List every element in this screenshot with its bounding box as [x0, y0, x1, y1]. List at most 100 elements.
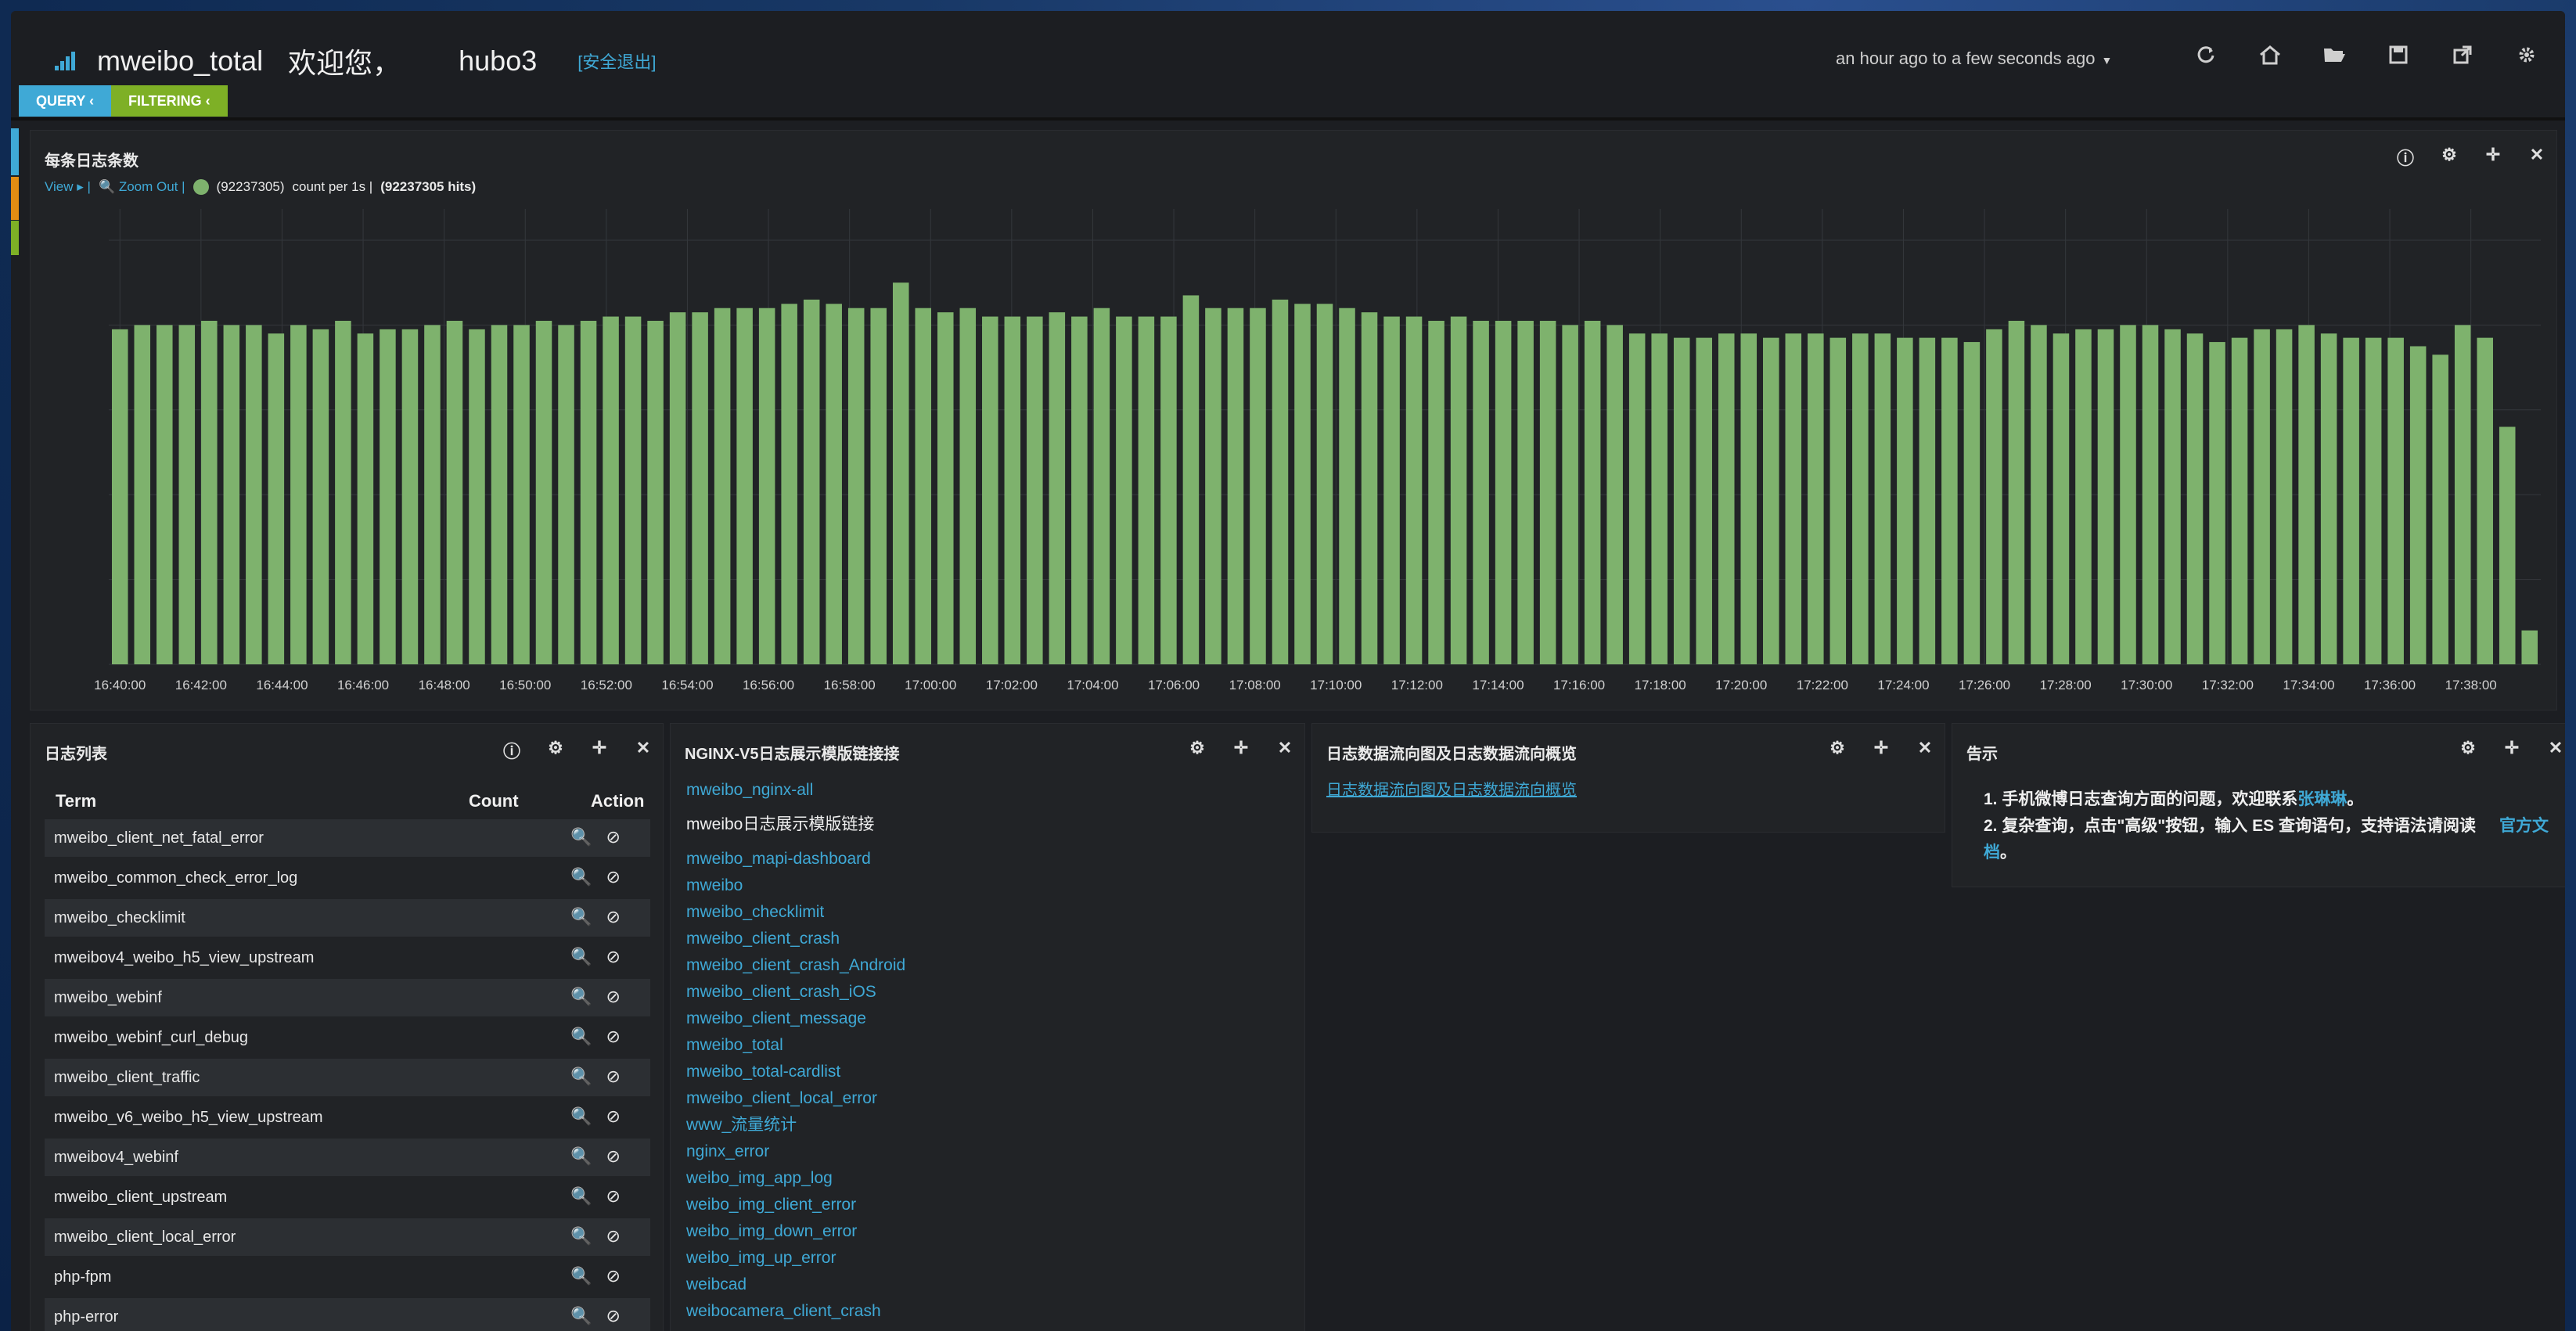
- refresh-icon[interactable]: [2194, 42, 2218, 67]
- histogram-bar[interactable]: [892, 282, 909, 664]
- histogram-bar[interactable]: [1606, 325, 1623, 664]
- histogram-bar[interactable]: [2454, 325, 2471, 664]
- histogram-bar[interactable]: [312, 329, 329, 664]
- histogram-bar[interactable]: [1361, 312, 1378, 664]
- filter-actions[interactable]: 🔍 ⊘: [570, 827, 625, 847]
- query-pill[interactable]: QUERY ‹: [19, 85, 112, 117]
- histogram-bar[interactable]: [401, 329, 419, 664]
- histogram-bar[interactable]: [268, 333, 285, 664]
- histogram-bar[interactable]: [2142, 325, 2159, 664]
- histogram-bar[interactable]: [758, 308, 775, 664]
- histogram-bar[interactable]: [558, 325, 574, 664]
- dashboard-link[interactable]: weibcad: [686, 1272, 905, 1298]
- histogram-bar[interactable]: [2477, 337, 2493, 664]
- histogram-bar[interactable]: [2164, 329, 2181, 664]
- dashboard-link[interactable]: mweibo_client_crash_iOS: [686, 979, 905, 1005]
- histogram-bar[interactable]: [1986, 329, 2002, 664]
- share-icon[interactable]: [2451, 42, 2474, 67]
- dashboard-link[interactable]: mweibo_mapi-dashboard: [686, 846, 905, 872]
- histogram-bar[interactable]: [2276, 329, 2293, 664]
- histogram-bar[interactable]: [1205, 308, 1221, 664]
- filter-actions[interactable]: 🔍 ⊘: [570, 1186, 625, 1207]
- histogram-bar[interactable]: [178, 325, 196, 664]
- histogram-bar[interactable]: [826, 304, 842, 664]
- histogram-bar[interactable]: [915, 308, 932, 664]
- histogram-bar[interactable]: [2053, 333, 2070, 664]
- histogram-bar[interactable]: [647, 320, 664, 664]
- histogram-bar[interactable]: [201, 320, 218, 664]
- histogram-chart[interactable]: 16:40:00 16:42:00 16:44:00 16:46:00 16:48:00…: [31, 131, 2558, 711]
- histogram-bar[interactable]: [1049, 312, 1066, 664]
- histogram-bar[interactable]: [246, 325, 262, 664]
- histogram-bar[interactable]: [157, 325, 173, 664]
- term-header[interactable]: Term: [56, 791, 96, 811]
- contact-link[interactable]: 张琳琳: [2297, 790, 2347, 808]
- histogram-bar[interactable]: [1071, 316, 1088, 664]
- histogram-bar[interactable]: [2097, 329, 2114, 664]
- histogram-bar[interactable]: [134, 325, 151, 664]
- histogram-bar[interactable]: [1584, 320, 1601, 664]
- histogram-bar[interactable]: [803, 299, 820, 664]
- histogram-bar[interactable]: [1495, 320, 1512, 664]
- histogram-bar[interactable]: [1539, 320, 1556, 664]
- histogram-bar[interactable]: [380, 329, 396, 664]
- histogram-bar[interactable]: [2075, 329, 2092, 664]
- histogram-bar[interactable]: [937, 312, 954, 664]
- histogram-bar[interactable]: [1562, 325, 1578, 664]
- histogram-bar[interactable]: [491, 325, 508, 664]
- histogram-bar[interactable]: [580, 320, 597, 664]
- nginx-all-link[interactable]: mweibo_nginx-all: [686, 777, 905, 804]
- close-icon[interactable]: ✕: [635, 738, 652, 763]
- histogram-bar[interactable]: [1517, 320, 1534, 664]
- histogram-bar[interactable]: [1339, 308, 1355, 664]
- histogram-bar[interactable]: [1852, 333, 1869, 664]
- histogram-bar[interactable]: [2186, 333, 2204, 664]
- filtering-pill[interactable]: FILTERING ‹: [111, 85, 228, 117]
- dashboard-link[interactable]: mweibo_total: [686, 1032, 905, 1059]
- histogram-bar[interactable]: [1428, 320, 1445, 664]
- histogram-bar[interactable]: [1405, 316, 1423, 664]
- histogram-bar[interactable]: [513, 325, 530, 664]
- close-icon[interactable]: ✕: [1276, 738, 1293, 758]
- histogram-bar[interactable]: [959, 308, 977, 664]
- histogram-bar[interactable]: [603, 316, 619, 664]
- filter-actions[interactable]: 🔍 ⊘: [570, 1226, 625, 1246]
- gear-icon[interactable]: ⚙: [1189, 738, 1206, 758]
- move-icon[interactable]: ✛: [1232, 738, 1250, 758]
- dashboard-link[interactable]: weibocamera_client_crash: [686, 1298, 905, 1325]
- histogram-bar[interactable]: [1138, 316, 1155, 664]
- filter-actions[interactable]: 🔍 ⊘: [570, 1067, 625, 1087]
- row-accent-green[interactable]: [11, 221, 19, 255]
- dashboard-link[interactable]: weibo_img_up_error: [686, 1245, 905, 1272]
- histogram-bar[interactable]: [1897, 337, 1913, 664]
- histogram-bar[interactable]: [1294, 304, 1311, 664]
- histogram-bar[interactable]: [2254, 329, 2270, 664]
- close-icon[interactable]: ✕: [2547, 738, 2564, 758]
- histogram-bar[interactable]: [1941, 337, 1958, 664]
- histogram-bar[interactable]: [1182, 295, 1200, 664]
- dashboard-link[interactable]: mweibo_total-cardlist: [686, 1059, 905, 1085]
- row-accent-blue[interactable]: [11, 128, 19, 175]
- filter-actions[interactable]: 🔍 ⊘: [570, 1306, 625, 1326]
- histogram-bar[interactable]: [1027, 316, 1043, 664]
- histogram-bar[interactable]: [1250, 308, 1266, 664]
- histogram-bar[interactable]: [2209, 342, 2225, 664]
- histogram-bar[interactable]: [1227, 308, 1244, 664]
- histogram-bar[interactable]: [535, 320, 552, 664]
- histogram-bar[interactable]: [1963, 342, 1981, 664]
- move-icon[interactable]: ✛: [591, 738, 608, 763]
- dashboard-link[interactable]: mweibo: [686, 872, 905, 899]
- histogram-bar[interactable]: [692, 312, 708, 664]
- histogram-bar[interactable]: [1004, 316, 1021, 664]
- close-icon[interactable]: ✕: [1916, 738, 1934, 758]
- info-icon[interactable]: ⓘ: [503, 738, 520, 763]
- histogram-bar[interactable]: [2031, 325, 2047, 664]
- filter-actions[interactable]: 🔍 ⊘: [570, 1027, 625, 1047]
- histogram-bar[interactable]: [446, 320, 463, 664]
- flow-link[interactable]: 日志数据流向图及日志数据流向概览: [1326, 777, 1577, 804]
- gear-icon[interactable]: ⚙: [1829, 738, 1846, 758]
- histogram-bar[interactable]: [1628, 333, 1646, 664]
- histogram-bar[interactable]: [982, 316, 998, 664]
- dashboard-link[interactable]: weibo_img_down_error: [686, 1218, 905, 1245]
- filter-actions[interactable]: 🔍 ⊘: [570, 947, 625, 967]
